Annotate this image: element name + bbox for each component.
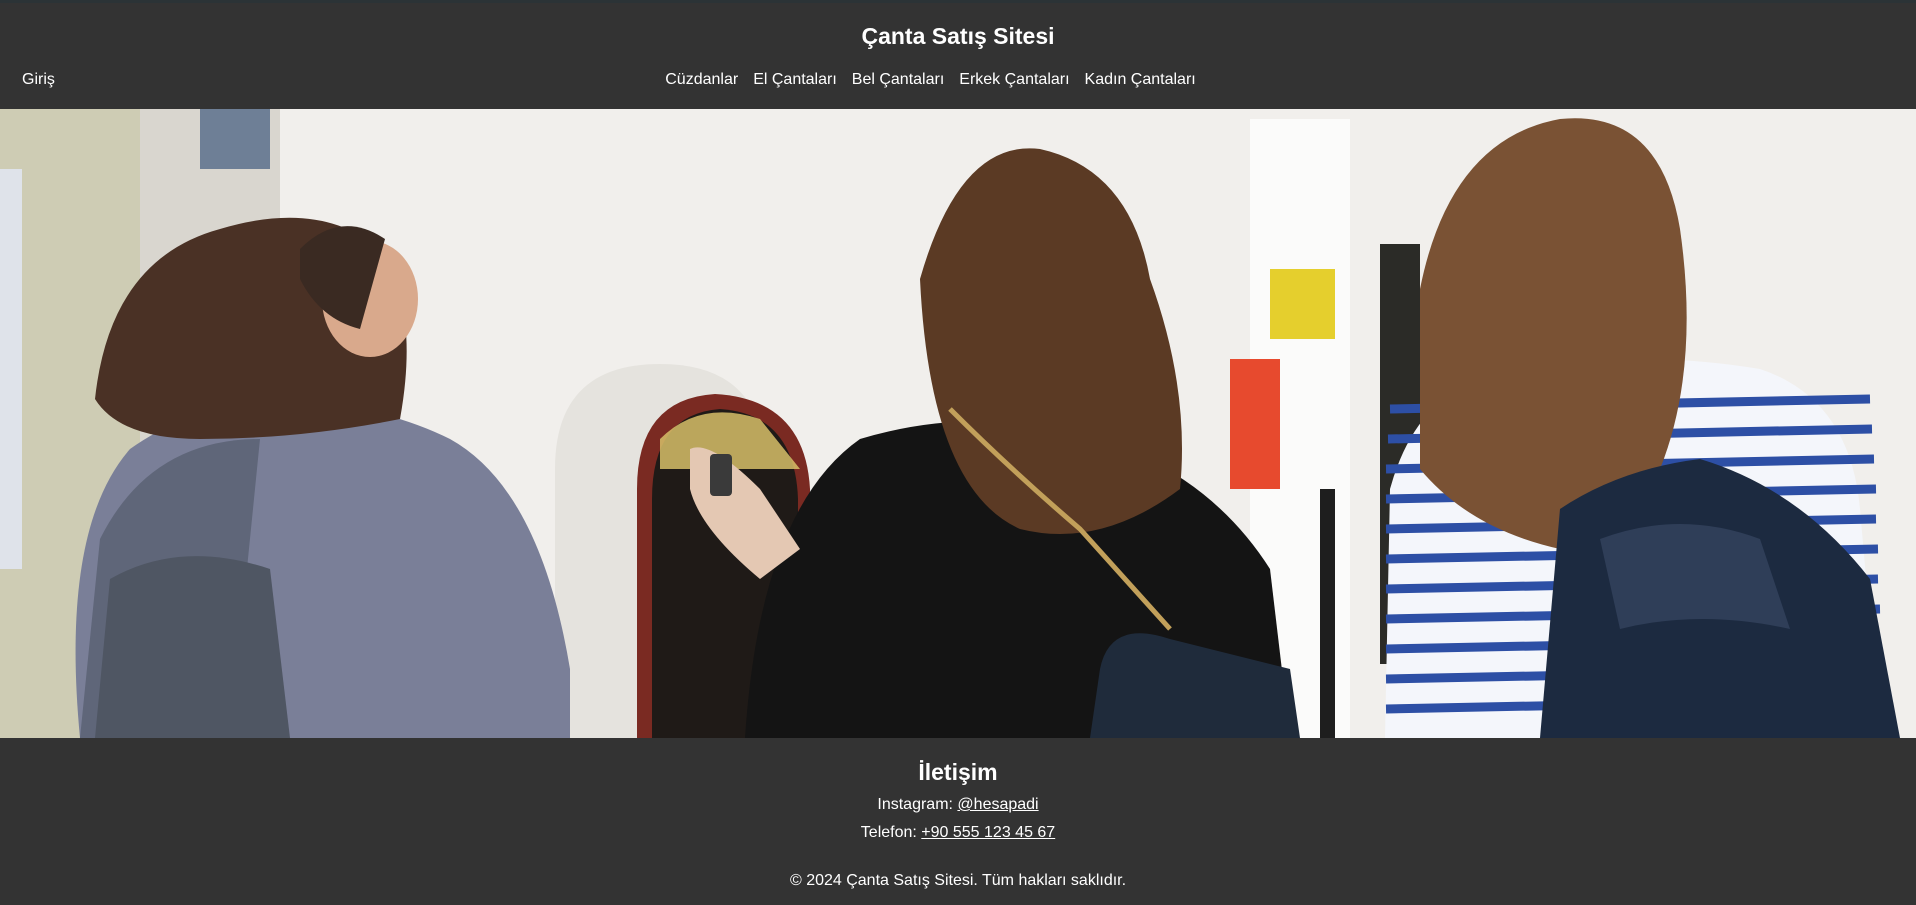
instagram-link[interactable]: @hesapadi [957,796,1038,813]
nav-spacer [1211,71,1251,89]
nav-item-women-bags[interactable]: Kadın Çantaları [1085,71,1196,89]
copyright-text: © 2024 Çanta Satış Sitesi. Tüm hakları s… [789,872,1127,889]
contact-title: İletişim [918,759,998,785]
site-header: Çanta Satış Sitesi Giriş Cüzdanlar El Ça… [0,3,1916,109]
instagram-line: Instagram: @hesapadi [0,796,1916,814]
hero-image [0,109,1916,738]
nav-item-handbags[interactable]: El Çantaları [753,71,837,89]
phone-line: Telefon: +90 555 123 45 67 [0,824,1916,842]
phone-link[interactable]: +90 555 123 45 67 [921,824,1055,841]
category-nav: Cüzdanlar El Çantaları Bel Çantaları Erk… [0,71,1916,89]
nav-item-waist-bags[interactable]: Bel Çantaları [852,71,945,89]
instagram-label: Instagram: [877,796,953,813]
nav-item-men-bags[interactable]: Erkek Çantaları [959,71,1069,89]
phone-label: Telefon: [860,824,917,841]
site-title: Çanta Satış Sitesi [861,23,1055,49]
site-footer: İletişim Instagram: @hesapadi Telefon: +… [0,738,1916,905]
nav-item-wallets[interactable]: Cüzdanlar [665,71,738,89]
hero-illustration [0,109,1916,738]
